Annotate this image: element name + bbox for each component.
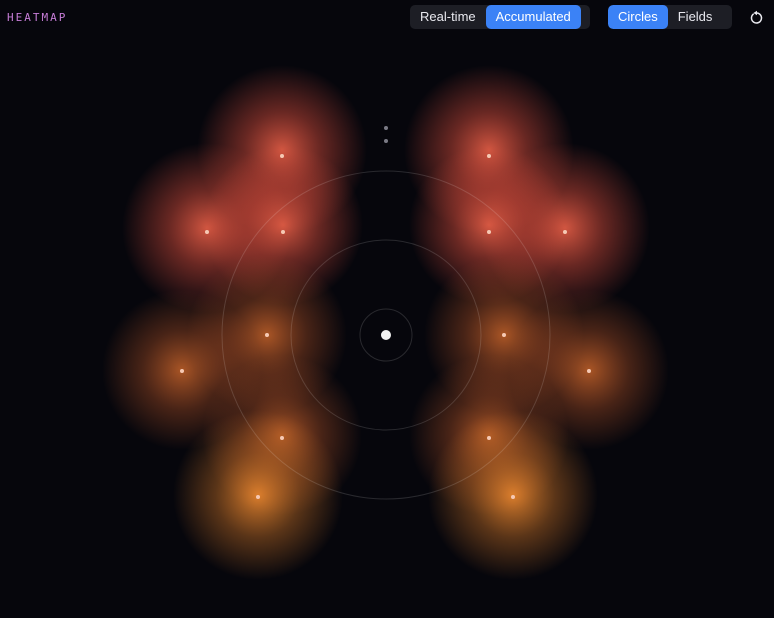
sensor-point — [502, 333, 506, 337]
heatmap-canvas — [102, 65, 669, 580]
sensor-point — [280, 154, 284, 158]
center-dot — [381, 330, 391, 340]
sensor-point — [487, 230, 491, 234]
sensor-point — [265, 333, 269, 337]
sensor-point — [281, 230, 285, 234]
marker-dot — [384, 139, 388, 143]
sensor-point — [256, 495, 260, 499]
sensor-point — [563, 230, 567, 234]
sensor-point — [487, 436, 491, 440]
sensor-point — [511, 495, 515, 499]
sensor-point — [280, 436, 284, 440]
sensor-point — [205, 230, 209, 234]
sensor-point — [180, 369, 184, 373]
sensor-point — [487, 154, 491, 158]
sensor-point — [587, 369, 591, 373]
marker-dot — [384, 126, 388, 130]
